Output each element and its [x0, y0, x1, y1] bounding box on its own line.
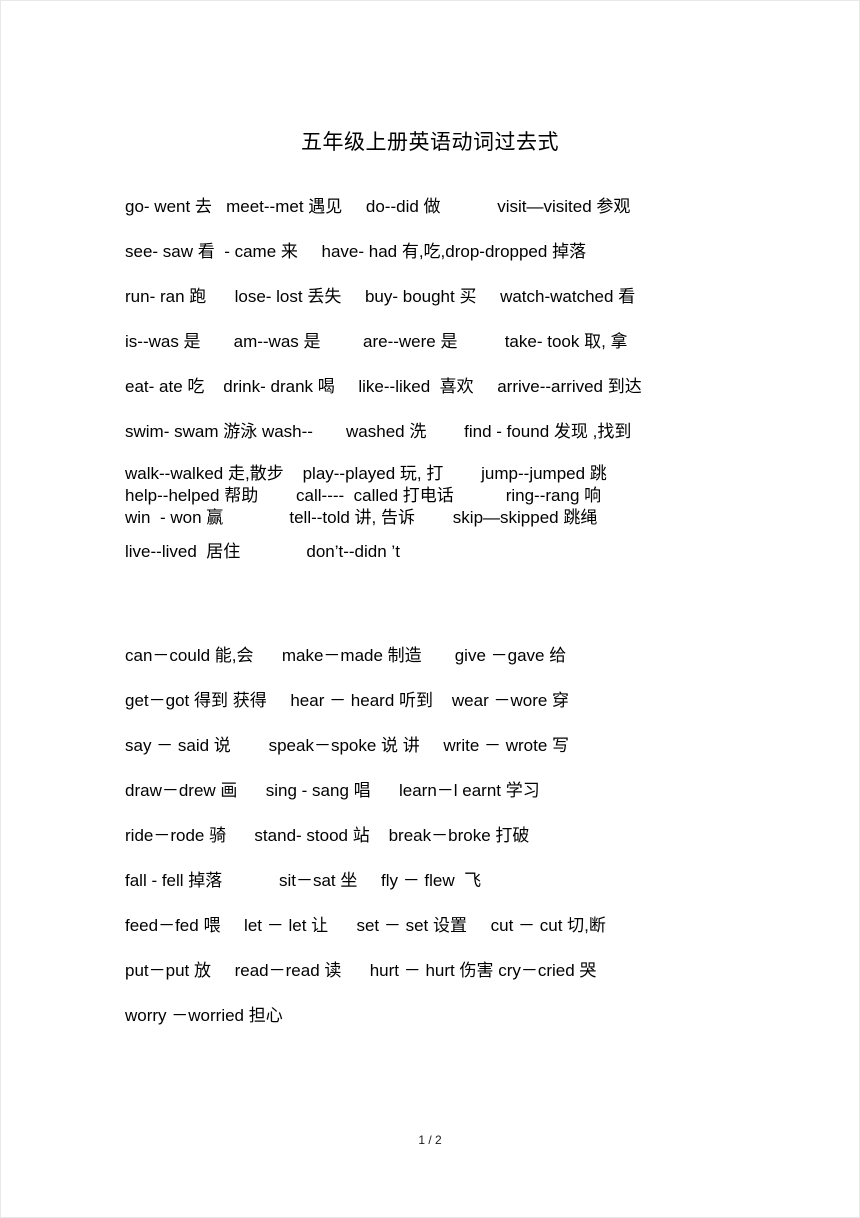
verb-line: worry －worried 担心 [125, 1006, 283, 1025]
verb-list-section-one: go- went 去 meet--met 遇见 do--did 做 visit—… [125, 193, 785, 567]
verb-line: walk--walked 走,散步 play--played 玩, 打 jump… [125, 464, 607, 483]
verb-line: eat- ate 吃 drink- drank 喝 like--liked 喜欢… [125, 377, 642, 396]
page-title: 五年级上册英语动词过去式 [301, 130, 559, 154]
verb-line: is--was 是 am--was 是 are--were 是 take- to… [125, 332, 628, 351]
verb-line: say － said 说 speak－spoke 说 讲 write － wro… [125, 736, 570, 755]
document-page: 五年级上册英语动词过去式 go- went 去 meet--met 遇见 do-… [0, 0, 860, 1218]
verb-line: see- saw 看 - came 来 have- had 有,吃,drop-d… [125, 242, 587, 261]
verb-line: help--helped 帮助 call---- called 打电话 ring… [125, 486, 602, 505]
page-number-footer: 1 / 2 [418, 1133, 442, 1147]
verb-line: get－got 得到 获得 hear － heard 听到 wear －wore… [125, 691, 570, 710]
verb-line: fall - fell 掉落 sit－sat 坐 fly － flew 飞 [125, 871, 482, 890]
verb-list-section-two: can－could 能,会 make－made 制造 give －gave 给 … [125, 642, 785, 1047]
verb-line: go- went 去 meet--met 遇见 do--did 做 visit—… [125, 197, 631, 216]
verb-line: feed－fed 喂 let － let 让 set － set 设置 cut … [125, 916, 606, 935]
verb-line: can－could 能,会 make－made 制造 give －gave 给 [125, 646, 567, 665]
verb-line: win - won 赢 tell--told 讲, 告诉 skip—skippe… [125, 508, 598, 527]
verb-line: draw－drew 画 sing - sang 唱 learn－l earnt … [125, 781, 540, 800]
verb-line: ride－rode 骑 stand- stood 站 break－broke 打… [125, 826, 530, 845]
verb-line: swim- swam 游泳 wash-- washed 洗 find - fou… [125, 422, 632, 441]
verb-line: live--lived 居住 don’t--didn ’t [125, 542, 400, 561]
verb-line: run- ran 跑 lose- lost 丢失 buy- bought 买 w… [125, 287, 636, 306]
verb-line: put－put 放 read－read 读 hurt － hurt 伤害 cry… [125, 961, 597, 980]
